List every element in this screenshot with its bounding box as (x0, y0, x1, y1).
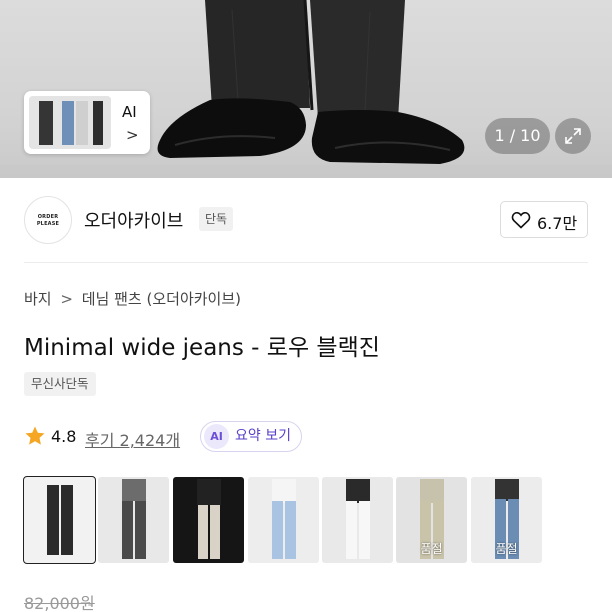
brand-logo-line2: PLEASE (36, 221, 60, 227)
heart-icon (511, 211, 531, 229)
rating-value: 4.8 (51, 427, 77, 446)
breadcrumb-item-pants[interactable]: 바지 (24, 288, 52, 309)
brand-name[interactable]: 오더아카이브 (84, 207, 183, 233)
color-option-4[interactable] (248, 477, 319, 563)
ai-summary-button[interactable]: AI 요약 보기 (200, 421, 302, 452)
color-option-7[interactable]: 품절 (471, 477, 542, 563)
ai-styling-label: AI (122, 103, 137, 121)
brand-exclusive-badge: 단독 (199, 207, 234, 231)
color-option-3[interactable] (173, 477, 244, 563)
expand-icon (565, 128, 581, 144)
soldout-label: 품절 (420, 542, 443, 556)
ai-styling-card[interactable] (24, 91, 150, 154)
ai-styling-thumbnail (29, 96, 111, 149)
color-option-1[interactable] (23, 476, 96, 564)
like-count: 6.7만 (537, 214, 578, 233)
reviews-link[interactable]: 후기 2,424개 (85, 427, 180, 451)
breadcrumb-separator: > (60, 290, 73, 308)
exclusive-tag: 무신사단독 (24, 372, 96, 396)
breadcrumb: 바지 > 데님 팬츠 (오더아카이브) (24, 288, 241, 309)
color-option-6[interactable]: 품절 (396, 477, 467, 563)
ai-badge: AI (204, 424, 229, 449)
breadcrumb-item-denim[interactable]: 데님 팬츠 (오더아카이브) (82, 288, 241, 309)
chevron-right-icon: > (126, 126, 139, 144)
product-image[interactable]: AI > 1 / 10 (0, 0, 612, 178)
like-button[interactable]: 6.7만 (500, 201, 588, 238)
brand-logo[interactable]: ORDER PLEASE (24, 196, 72, 244)
image-counter: 1 / 10 (485, 118, 550, 154)
soldout-label: 품절 (495, 542, 518, 556)
product-title: Minimal wide jeans - 로우 블랙진 (24, 335, 380, 361)
brand-logo-line1: ORDER (37, 214, 59, 220)
expand-button[interactable] (555, 118, 591, 154)
original-price: 82,000원 (24, 594, 95, 612)
ai-summary-label: 요약 보기 (235, 428, 291, 444)
color-options: 품절 품절 (23, 476, 544, 564)
star-icon (25, 426, 45, 445)
divider (24, 262, 588, 263)
color-option-2[interactable] (98, 477, 169, 563)
color-option-5[interactable] (322, 477, 393, 563)
